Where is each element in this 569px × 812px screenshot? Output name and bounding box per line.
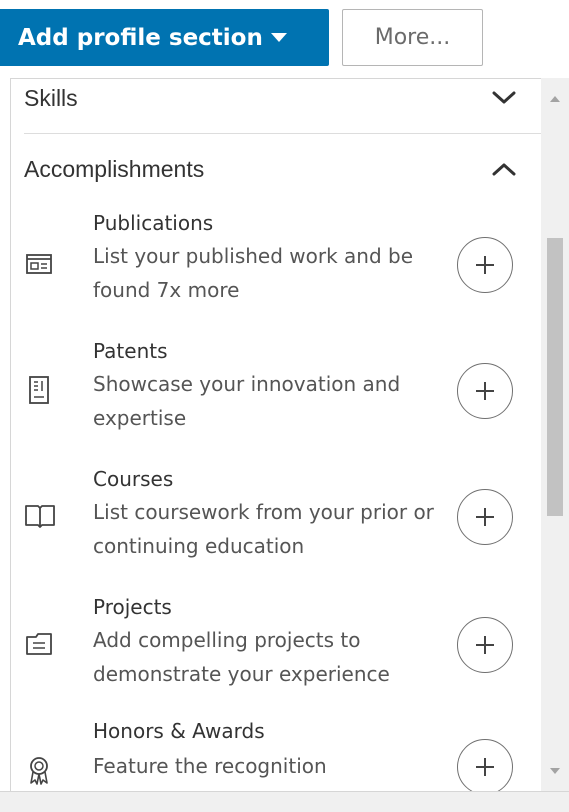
plus-icon bbox=[476, 636, 494, 654]
item-description: List your published work and be found 7x… bbox=[93, 244, 414, 302]
section-title-accomplishments: Accomplishments bbox=[24, 155, 205, 182]
section-title-skills: Skills bbox=[24, 84, 78, 111]
item-description: Showcase your innovation and expertise bbox=[93, 372, 401, 430]
more-button[interactable]: More... bbox=[342, 9, 483, 66]
scroll-up-icon[interactable] bbox=[550, 96, 560, 102]
item-name: Projects bbox=[93, 595, 172, 619]
add-patent-button[interactable] bbox=[457, 363, 513, 419]
item-description: List coursework from your prior or conti… bbox=[93, 500, 434, 558]
divider bbox=[24, 133, 542, 134]
plus-icon bbox=[476, 256, 494, 274]
list-item-honors-awards: Honors & Awards Feature the recognition bbox=[11, 719, 542, 792]
item-name: Courses bbox=[93, 467, 174, 491]
add-profile-section-label: Add profile section bbox=[18, 24, 263, 51]
add-publication-button[interactable] bbox=[457, 237, 513, 293]
plus-icon bbox=[476, 508, 494, 526]
add-profile-section-button[interactable]: Add profile section bbox=[0, 9, 329, 66]
plus-icon bbox=[476, 758, 494, 776]
award-icon bbox=[24, 755, 54, 785]
item-description: Add compelling projects to demonstrate y… bbox=[93, 628, 390, 686]
plus-icon bbox=[476, 382, 494, 400]
bottom-edge bbox=[0, 791, 569, 812]
book-icon bbox=[24, 501, 55, 531]
item-name: Honors & Awards bbox=[93, 719, 265, 743]
list-item-courses: Courses List coursework from your prior … bbox=[11, 465, 542, 585]
patent-icon bbox=[24, 375, 54, 405]
folder-icon bbox=[24, 629, 54, 659]
more-label: More... bbox=[374, 25, 451, 50]
item-name: Patents bbox=[93, 339, 168, 363]
scrollbar[interactable] bbox=[541, 78, 569, 791]
item-name: Publications bbox=[93, 211, 214, 235]
add-project-button[interactable] bbox=[457, 617, 513, 673]
list-item-projects: Projects Add compelling projects to demo… bbox=[11, 593, 542, 713]
add-section-dropdown: Skills Accomplishments Publications List… bbox=[10, 78, 542, 792]
publication-icon bbox=[24, 249, 54, 279]
add-honor-award-button[interactable] bbox=[457, 739, 513, 792]
add-course-button[interactable] bbox=[457, 489, 513, 545]
caret-down-icon bbox=[270, 33, 287, 42]
section-header-accomplishments[interactable]: Accomplishments bbox=[24, 154, 524, 184]
profile-toolbar: Add profile section More... bbox=[0, 0, 569, 78]
scroll-down-icon[interactable] bbox=[550, 768, 560, 774]
chevron-down-icon bbox=[484, 83, 524, 113]
scrollbar-thumb[interactable] bbox=[547, 238, 563, 516]
section-header-skills[interactable]: Skills bbox=[24, 83, 524, 113]
chevron-up-icon bbox=[484, 154, 524, 184]
list-item-publications: Publications List your published work an… bbox=[11, 207, 542, 327]
item-description: Feature the recognition bbox=[93, 754, 327, 778]
list-item-patents: Patents Showcase your innovation and exp… bbox=[11, 337, 542, 457]
